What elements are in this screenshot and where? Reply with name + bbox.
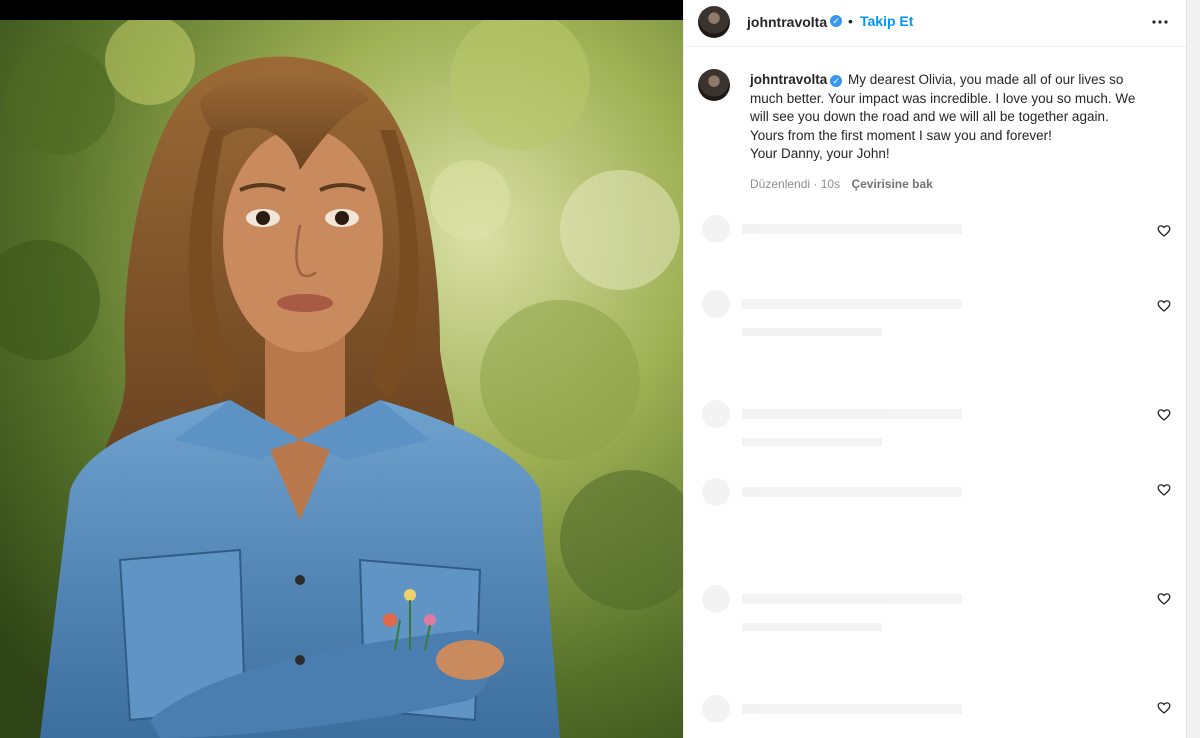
post-age[interactable]: 10s <box>821 177 840 191</box>
caption-text-4: Yours from the first moment I saw you an… <box>750 127 1052 143</box>
heart-outline-icon[interactable] <box>1157 224 1171 238</box>
faded-comment <box>702 290 1122 336</box>
faded-comment <box>702 215 1122 243</box>
caption-avatar[interactable] <box>698 69 730 101</box>
caption-text-3: will see you down the road and we will a… <box>750 109 1109 124</box>
header-username[interactable]: johntravolta <box>747 14 827 30</box>
caption-line-1: johntravolta ✓ My dearest Olivia, you mad… <box>750 71 1150 90</box>
caption-text-1: My dearest Olivia, you made all of our l… <box>848 72 1124 87</box>
faded-comment <box>702 695 1122 723</box>
caption-text-2: much better. Your impact was incredible.… <box>750 90 1136 106</box>
heart-outline-icon[interactable] <box>1157 701 1171 715</box>
caption-meta: Düzenlendi · 10s Çevirisine bak <box>750 177 933 191</box>
instagram-post-view: johntravolta ✓ • Takip Et johntravolta ✓ … <box>0 0 1200 738</box>
heart-outline-icon[interactable] <box>1157 592 1171 606</box>
caption-text-5: Your Danny, your John! <box>750 146 890 161</box>
photo-illustration <box>0 20 683 738</box>
faded-comment <box>702 478 1122 506</box>
heart-outline-icon[interactable] <box>1157 483 1171 497</box>
faded-comment <box>702 585 1122 631</box>
follow-button[interactable]: Takip Et <box>860 13 913 29</box>
meta-separator: · <box>813 177 818 191</box>
caption-verified-badge-icon: ✓ <box>830 75 843 87</box>
see-translation-button[interactable]: Çevirisine bak <box>851 177 932 191</box>
profile-avatar[interactable] <box>698 6 730 38</box>
more-options-icon[interactable] <box>1148 10 1172 34</box>
verified-badge-icon: ✓ <box>830 15 842 27</box>
heart-outline-icon[interactable] <box>1157 408 1171 422</box>
post-header: johntravolta ✓ • Takip Et <box>684 0 1187 47</box>
heart-outline-icon[interactable] <box>1157 299 1171 313</box>
faded-comment <box>702 400 1122 446</box>
post-photo[interactable] <box>0 0 683 738</box>
caption-username[interactable]: johntravolta <box>750 72 827 87</box>
scrollbar[interactable] <box>1186 0 1200 738</box>
top-black-bar <box>0 0 683 20</box>
edited-label: Düzenlendi <box>750 177 811 191</box>
post-caption: johntravolta ✓ My dearest Olivia, you mad… <box>750 71 1150 164</box>
header-separator: • <box>848 13 853 29</box>
post-side-panel: johntravolta ✓ • Takip Et johntravolta ✓ … <box>683 0 1187 738</box>
